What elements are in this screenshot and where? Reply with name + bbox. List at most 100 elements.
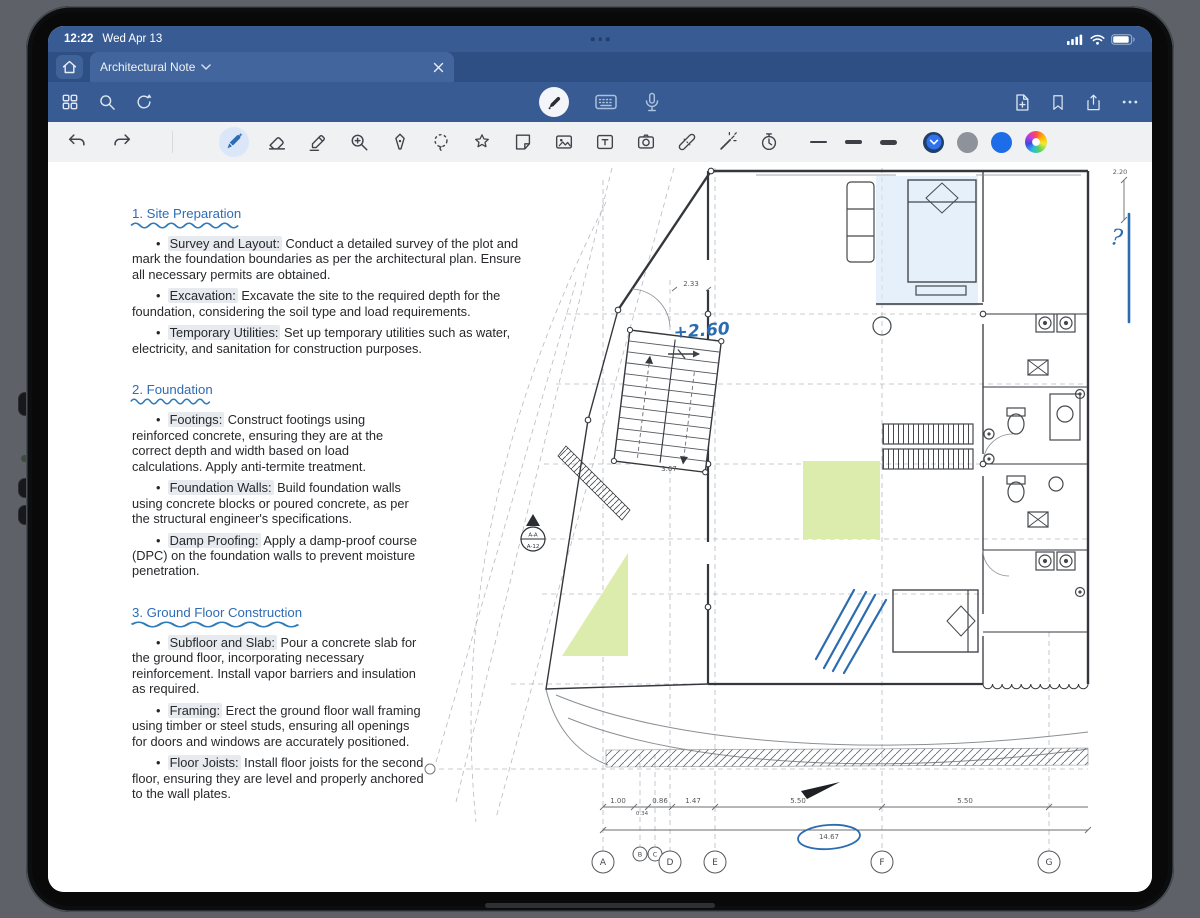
svg-text:5.50: 5.50	[957, 797, 973, 805]
color-swatch-navy[interactable]	[923, 132, 944, 153]
squiggle-underline	[130, 221, 241, 230]
home-button[interactable]	[56, 55, 83, 79]
tab-architectural-note[interactable]: Architectural Note	[90, 52, 454, 82]
camera-icon	[635, 131, 657, 153]
grid-line-end-circle	[425, 764, 435, 774]
magnify-tool-button[interactable]	[346, 129, 372, 155]
note-heading: 3. Ground Floor Construction	[132, 605, 302, 621]
squiggle-underline	[130, 397, 212, 406]
tape-tool-button[interactable]	[674, 129, 700, 155]
sticker-icon	[471, 131, 493, 153]
add-page-button[interactable]	[1012, 92, 1032, 113]
lasso-tool-button[interactable]	[428, 129, 454, 155]
svg-text:A-12: A-12	[527, 544, 540, 550]
note-bullet: • Foundation Walls: Build foundation wal…	[132, 480, 420, 526]
stroke-thin-button[interactable]	[810, 141, 827, 143]
undo-button[interactable]	[64, 129, 90, 155]
tab-title: Architectural Note	[100, 60, 195, 74]
color-swatch-gray[interactable]	[957, 132, 978, 153]
color-swatch-blue[interactable]	[991, 132, 1012, 153]
eraser-icon	[266, 131, 288, 153]
note-canvas[interactable]: 1. Site Preparation • Survey and Layout:…	[48, 162, 1152, 892]
thumbnails-button[interactable]	[60, 92, 80, 112]
ipad-frame: 12:22 Wed Apr 13	[26, 6, 1174, 912]
svg-text:B: B	[638, 851, 642, 859]
color-wheel-button[interactable]	[1025, 131, 1047, 153]
squiggle-underline	[130, 620, 303, 629]
keyboard-button[interactable]	[594, 92, 618, 112]
share-button[interactable]	[1084, 92, 1103, 113]
text-tool-button[interactable]	[592, 129, 618, 155]
svg-text:F: F	[879, 858, 884, 868]
note-bullet: • Subfloor and Slab: Pour a concrete sla…	[132, 635, 424, 697]
stairs	[611, 327, 724, 475]
microphone-icon	[643, 92, 661, 113]
heading-text: 2. Foundation	[132, 382, 213, 397]
note-bullet: • Floor Joists: Install floor joists for…	[132, 755, 424, 801]
tape-icon	[676, 131, 698, 153]
eraser-tool-button[interactable]	[264, 129, 290, 155]
sticky-note-tool-button[interactable]	[510, 129, 536, 155]
text-icon	[594, 131, 616, 153]
svg-text:C: C	[653, 851, 658, 859]
laser-pointer-icon	[717, 131, 739, 153]
home-indicator[interactable]	[485, 903, 715, 908]
chevron-down-icon[interactable]	[201, 64, 211, 71]
svg-text:A-A: A-A	[528, 533, 538, 539]
note-section: 3. Ground Floor Construction • Subfloor …	[132, 605, 424, 802]
pen-mode-icon	[546, 94, 563, 111]
tab-bar: Architectural Note	[48, 52, 1152, 82]
svg-text:2.20: 2.20	[1113, 168, 1127, 176]
svg-text:5.50: 5.50	[790, 797, 806, 805]
timer-icon	[758, 131, 780, 153]
stroke-medium-button[interactable]	[845, 140, 862, 144]
keyboard-icon	[594, 92, 618, 112]
tool-ribbon	[48, 122, 1152, 163]
highlighter-icon	[307, 131, 329, 153]
clock-date: Wed Apr 13	[102, 33, 162, 45]
heading-text: 1. Site Preparation	[132, 206, 241, 221]
close-tab-icon[interactable]	[433, 62, 444, 73]
image-tool-button[interactable]	[551, 129, 577, 155]
lasso-icon	[430, 131, 452, 153]
pen-mode-button[interactable]	[539, 87, 569, 117]
bookmark-icon	[1049, 92, 1067, 113]
sticker-tool-button[interactable]	[469, 129, 495, 155]
search-button[interactable]	[97, 92, 117, 112]
screen: 12:22 Wed Apr 13	[48, 26, 1152, 892]
camera-tool-button[interactable]	[633, 129, 659, 155]
redo-button[interactable]	[109, 129, 135, 155]
svg-text:+2.60: +2.60	[673, 319, 731, 343]
stroke-thick-button[interactable]	[880, 140, 897, 145]
microphone-button[interactable]	[643, 92, 661, 113]
more-button[interactable]	[1120, 92, 1140, 112]
highlighter-tool-button[interactable]	[305, 129, 331, 155]
color-expand-badge[interactable]	[926, 135, 941, 150]
chevron-down-icon	[929, 139, 938, 145]
magnify-icon	[348, 131, 370, 153]
svg-text:0.86: 0.86	[652, 797, 668, 805]
pen-tool-button[interactable]	[219, 127, 249, 157]
north-wedge	[801, 782, 840, 799]
svg-text:2.33: 2.33	[683, 280, 699, 288]
note-section: 2. Foundation • Footings: Construct foot…	[132, 382, 420, 579]
note-bullet: • Damp Proofing: Apply a damp-proof cour…	[132, 533, 420, 579]
svg-text:G: G	[1046, 858, 1053, 868]
share-icon	[1084, 92, 1103, 113]
timer-tool-button[interactable]	[756, 129, 782, 155]
more-icon	[1120, 92, 1140, 112]
cellular-signal-icon	[1067, 34, 1084, 45]
svg-text:D: D	[667, 858, 674, 868]
pen-icon	[223, 131, 245, 153]
shapes-pen-icon	[389, 131, 411, 153]
bookmark-button[interactable]	[1049, 92, 1067, 113]
home-icon	[62, 60, 77, 74]
ground-hatch	[606, 748, 1088, 767]
svg-text:1.00: 1.00	[610, 797, 626, 805]
svg-text:14.67: 14.67	[819, 833, 839, 841]
shapes-pen-tool-button[interactable]	[387, 129, 413, 155]
multitask-dots-icon	[591, 37, 610, 41]
thumbnails-icon	[60, 92, 80, 112]
rotate-button[interactable]	[134, 92, 154, 112]
laser-pointer-tool-button[interactable]	[715, 129, 741, 155]
